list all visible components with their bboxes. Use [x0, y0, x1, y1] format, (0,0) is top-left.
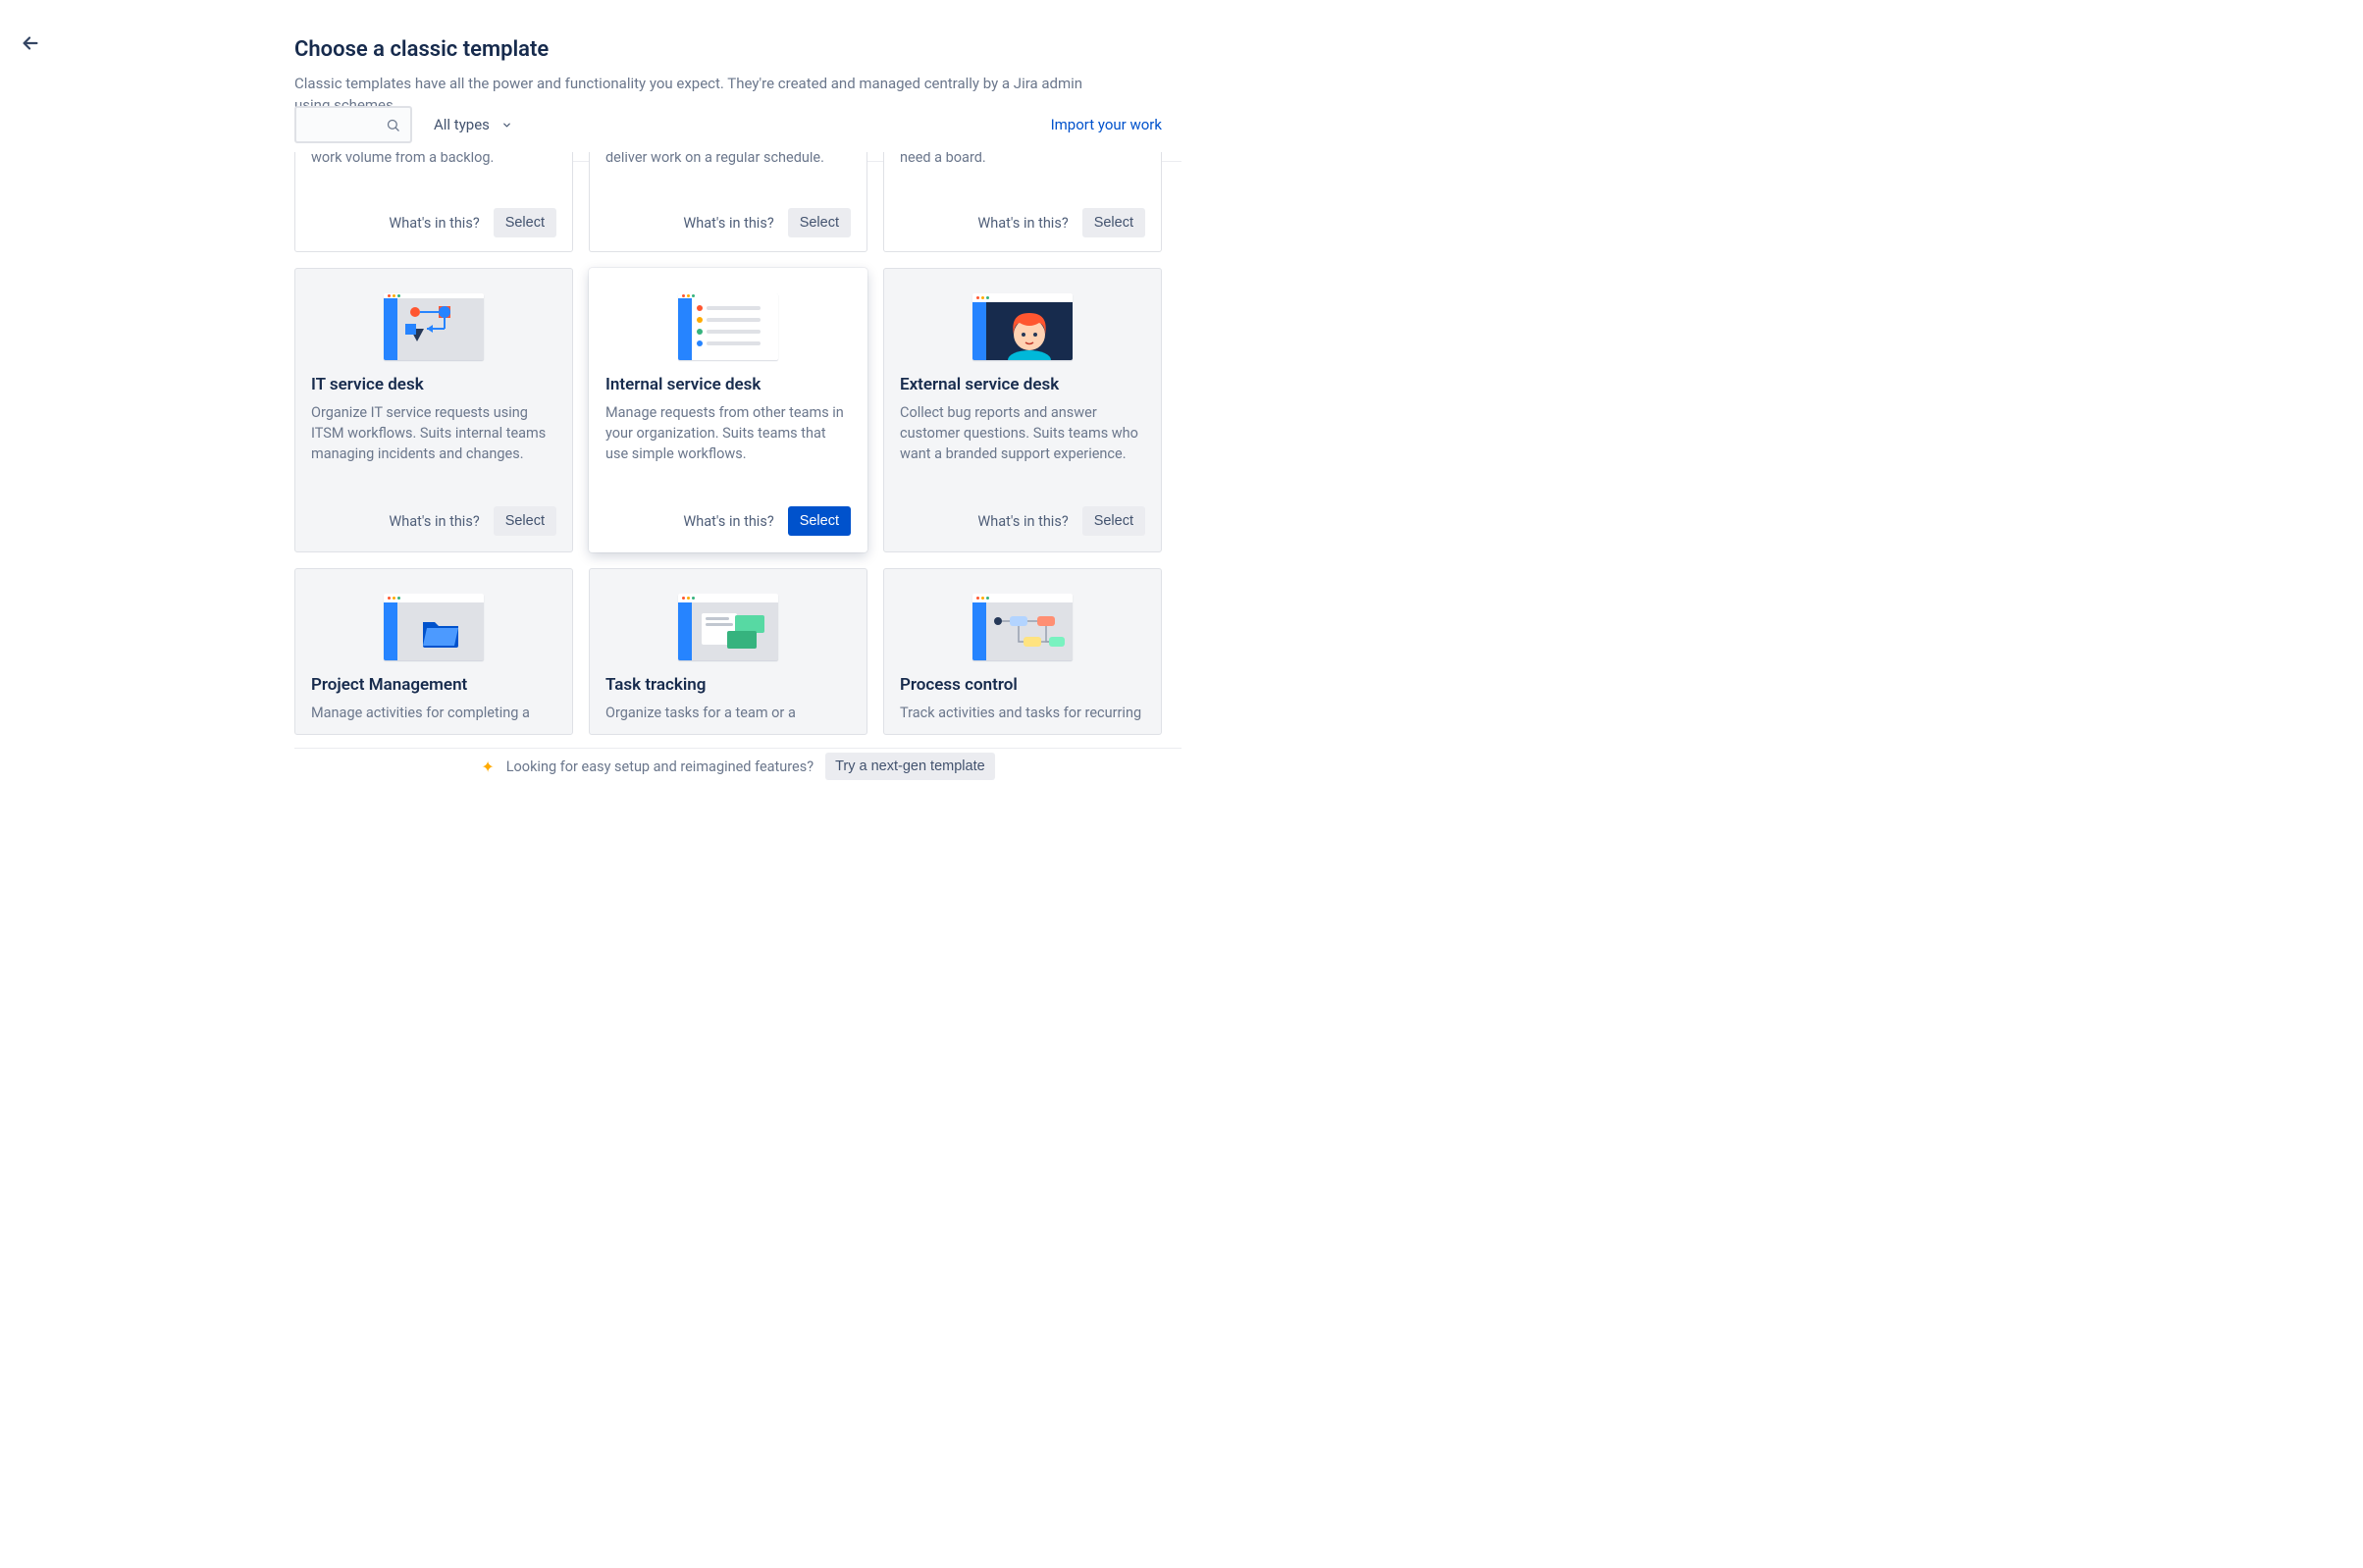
card-desc-fragment: deliver work on a regular schedule.	[605, 152, 851, 168]
template-card-process-control[interactable]: Process control Track activities and tas…	[883, 568, 1162, 735]
template-card-task-tracking[interactable]: Task tracking Organize tasks for a team …	[589, 568, 867, 735]
template-card-project-management[interactable]: Project Management Manage activities for…	[294, 568, 573, 735]
card-title: External service desk	[900, 375, 1145, 394]
card-desc: Organize IT service requests using ITSM …	[311, 402, 556, 487]
sparkle-icon: ✦	[481, 758, 494, 776]
import-your-work-link[interactable]: Import your work	[1051, 116, 1162, 133]
select-button[interactable]: Select	[788, 208, 851, 237]
card-title: Task tracking	[605, 675, 851, 695]
card-desc: Manage requests from other teams in your…	[605, 402, 851, 487]
select-button[interactable]: Select	[494, 506, 556, 536]
card-illustration	[884, 569, 1161, 667]
template-card-partial: deliver work on a regular schedule. What…	[589, 152, 867, 252]
card-desc: Collect bug reports and answer customer …	[900, 402, 1145, 487]
card-title: Project Management	[311, 675, 556, 695]
select-button[interactable]: Select	[788, 506, 851, 536]
whats-in-this-link[interactable]: What's in this?	[970, 507, 1076, 536]
footer-text: Looking for easy setup and reimagined fe…	[506, 758, 814, 775]
select-button[interactable]: Select	[1082, 506, 1145, 536]
card-title: Internal service desk	[605, 375, 851, 394]
template-card-external-service-desk[interactable]: External service desk Collect bug report…	[883, 268, 1162, 552]
template-card-partial: work volume from a backlog. What's in th…	[294, 152, 573, 252]
template-card-it-service-desk[interactable]: IT service desk Organize IT service requ…	[294, 268, 573, 552]
card-illustration	[590, 269, 866, 367]
template-card-internal-service-desk[interactable]: Internal service desk Manage requests fr…	[589, 268, 867, 552]
whats-in-this-link[interactable]: What's in this?	[381, 209, 487, 237]
footer-bar: ✦ Looking for easy setup and reimagined …	[294, 748, 1182, 784]
card-desc-fragment: work volume from a backlog.	[311, 152, 556, 168]
whats-in-this-link[interactable]: What's in this?	[970, 209, 1076, 237]
card-desc: Track activities and tasks for recurring	[900, 703, 1145, 730]
back-button[interactable]	[17, 29, 44, 57]
type-filter-dropdown[interactable]: All types	[430, 110, 516, 139]
cards-scroll-area[interactable]: work volume from a backlog. What's in th…	[294, 152, 1172, 748]
search-icon	[386, 118, 400, 132]
card-title: IT service desk	[311, 375, 556, 394]
page-title: Choose a classic template	[294, 37, 1162, 62]
card-title: Process control	[900, 675, 1145, 695]
card-desc-fragment: need a board.	[900, 152, 1145, 168]
card-illustration	[590, 569, 866, 667]
type-filter-label: All types	[434, 116, 490, 133]
card-desc: Organize tasks for a team or a	[605, 703, 851, 730]
whats-in-this-link[interactable]: What's in this?	[675, 507, 781, 536]
select-button[interactable]: Select	[494, 208, 556, 237]
card-illustration	[884, 269, 1161, 367]
page-header: Choose a classic template Classic templa…	[294, 37, 1162, 117]
whats-in-this-link[interactable]: What's in this?	[675, 209, 781, 237]
search-input[interactable]	[294, 106, 412, 143]
whats-in-this-link[interactable]: What's in this?	[381, 507, 487, 536]
chevron-down-icon	[501, 120, 512, 131]
card-illustration	[295, 569, 572, 667]
select-button[interactable]: Select	[1082, 208, 1145, 237]
card-illustration	[295, 269, 572, 367]
template-card-partial: need a board. What's in this? Select	[883, 152, 1162, 252]
try-nextgen-button[interactable]: Try a next-gen template	[825, 753, 995, 780]
card-desc: Manage activities for completing a	[311, 703, 556, 730]
